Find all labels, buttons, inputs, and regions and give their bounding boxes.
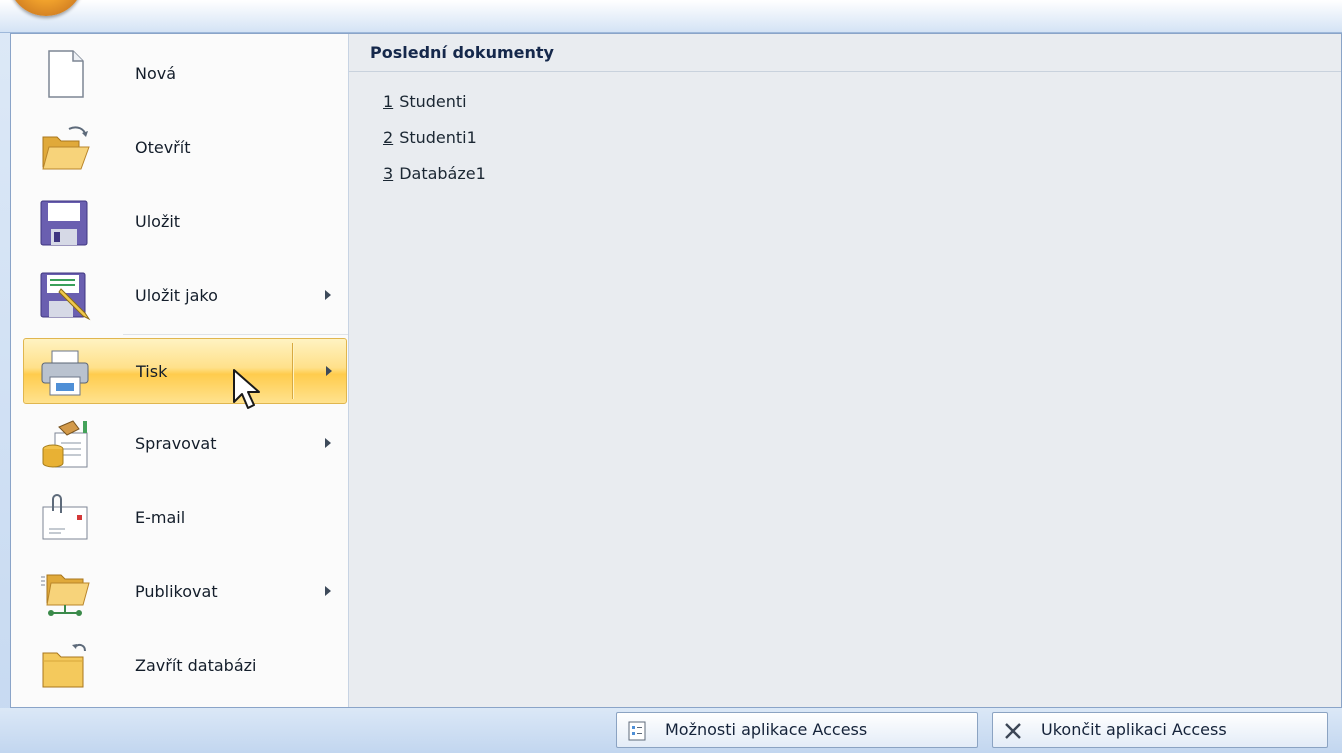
recent-item[interactable]: 1 Studenti: [383, 92, 467, 111]
publish-icon: [41, 574, 90, 616]
open-folder-icon: [42, 126, 90, 170]
menu-footer: Možnosti aplikace Access Ukončit aplikac…: [0, 708, 1342, 753]
email-icon: [42, 494, 88, 540]
recent-item-label: Databáze1: [399, 164, 486, 183]
menu-item-label: Tisk: [136, 362, 168, 381]
menu-item-save[interactable]: Uložit: [23, 189, 347, 255]
recent-item[interactable]: 2 Studenti1: [383, 128, 477, 147]
exit-button-label: Ukončit aplikaci Access: [1041, 720, 1227, 739]
menu-item-new[interactable]: Nová: [23, 41, 347, 107]
exit-button[interactable]: Ukončit aplikaci Access: [992, 712, 1328, 748]
menu-separator: [123, 334, 348, 335]
menu-item-manage[interactable]: Spravovat: [23, 411, 347, 477]
menu-item-publish[interactable]: Publikovat: [23, 559, 347, 625]
menu-item-email[interactable]: E-mail: [23, 485, 347, 551]
recent-documents-title: Poslední dokumenty: [349, 34, 1341, 72]
menu-item-label: Nová: [135, 64, 177, 83]
menu-item-save-as[interactable]: Uložit jako: [23, 263, 347, 329]
new-document-icon: [48, 50, 84, 98]
recent-item-key: 1: [383, 92, 394, 111]
mouse-pointer-icon: [233, 369, 260, 409]
close-database-icon: [42, 643, 86, 688]
menu-item-label: Spravovat: [135, 434, 217, 453]
recent-item[interactable]: 3 Databáze1: [383, 164, 486, 183]
save-icon: [40, 200, 88, 246]
menu-item-label: Uložit: [135, 212, 181, 231]
options-button[interactable]: Možnosti aplikace Access: [616, 712, 978, 748]
menu-item-label: Publikovat: [135, 582, 218, 601]
menu-item-label: Otevřít: [135, 138, 191, 157]
recent-item-key: 2: [383, 128, 394, 147]
recent-item-label: Studenti: [399, 92, 467, 111]
options-icon: [628, 721, 646, 741]
submenu-arrow-icon: [325, 290, 331, 300]
menu-item-open[interactable]: Otevřít: [23, 115, 347, 181]
menu-item-close-database[interactable]: Zavřít databázi: [23, 633, 347, 699]
printer-icon: [41, 350, 89, 396]
recent-item-key: 3: [383, 164, 394, 183]
options-button-label: Možnosti aplikace Access: [665, 720, 868, 739]
menu-item-label: Zavřít databázi: [135, 656, 257, 675]
submenu-arrow-icon[interactable]: [326, 366, 332, 376]
close-icon: [1005, 723, 1021, 739]
submenu-arrow-icon: [325, 586, 331, 596]
recent-documents-panel: Poslední dokumenty 1 Studenti 2 Studenti1 …: [349, 34, 1341, 707]
office-menu: Nová Otevřít Uložit Uložit jako Tisk Spr…: [10, 33, 1342, 708]
split-divider: [292, 343, 293, 399]
save-as-icon: [40, 272, 91, 321]
command-list: Nová Otevřít Uložit Uložit jako Tisk Spr…: [11, 34, 349, 707]
menu-item-label: E-mail: [135, 508, 186, 527]
submenu-arrow-icon: [325, 438, 331, 448]
menu-item-print[interactable]: Tisk: [23, 338, 347, 404]
menu-item-label: Uložit jako: [135, 286, 218, 305]
manage-icon: [42, 420, 88, 468]
title-strip: [0, 0, 1342, 33]
recent-item-label: Studenti1: [399, 128, 477, 147]
